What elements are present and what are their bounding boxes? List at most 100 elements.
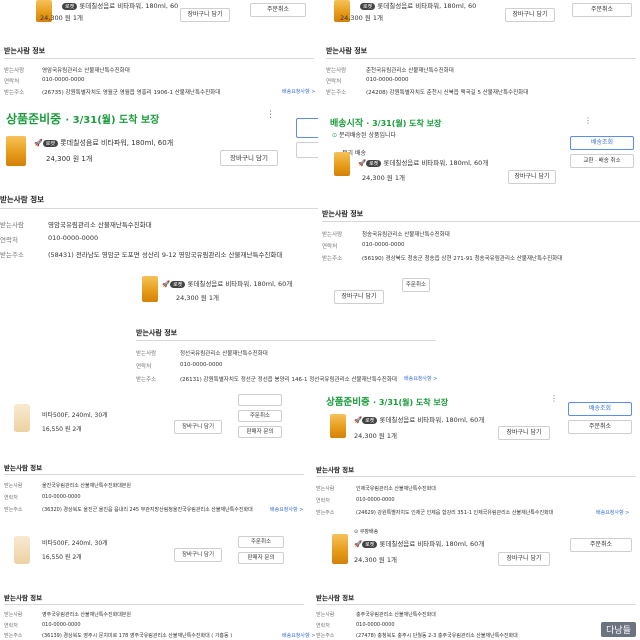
contact-value: 010-0000-0000: [362, 242, 405, 248]
address-value: (27478) 충청북도 충주시 단월동 2-3 충주국유림관리소 산불재난특수…: [356, 633, 518, 639]
product-name[interactable]: 🚀 로켓 롯데칠성음료 비타파워, 180ml, 60개: [162, 278, 292, 288]
order-cancel-button[interactable]: 주문취소: [572, 3, 632, 17]
order-cancel-button[interactable]: 주문취소: [238, 536, 284, 548]
add-to-cart-button[interactable]: 장바구니 담기: [180, 8, 230, 22]
order-cancel-button[interactable]: 주문취소: [402, 278, 430, 292]
add-to-cart-button[interactable]: 장바구니 담기: [174, 548, 222, 562]
recipient-title: 받는사람 정보: [322, 210, 364, 218]
recipient-value: 정선국유림관리소 산불재난특수진화대: [180, 351, 268, 357]
label-contact: 연락처: [4, 79, 20, 85]
delivery-check-button[interactable]: 배송조회: [568, 402, 632, 416]
product-price: 24,300 원 1개: [362, 174, 405, 182]
order-cancel-button[interactable]: 주문취소: [568, 420, 632, 434]
divider: [0, 208, 318, 209]
add-to-cart-button[interactable]: 장바구니 담기: [174, 420, 222, 434]
edit-link[interactable]: 배송요청사항 >: [282, 632, 315, 639]
seller-inquiry-button[interactable]: 판매자 문의: [238, 552, 284, 564]
exchange-return-button[interactable]: 교환 · 배송 취소: [570, 154, 634, 168]
order-card-top-left: 로켓 롯데칠성음료 비타파워, 180ml, 60 24,300 원 1개 장바…: [0, 0, 318, 38]
status-heading: 상품준비중 · 3/31(월) 도착 보장: [326, 397, 449, 408]
label-contact: 연락처: [0, 236, 18, 244]
product-thumbnail[interactable]: [334, 152, 350, 176]
label-contact: 연락처: [4, 495, 18, 501]
more-menu-icon[interactable]: ⋮: [550, 394, 558, 403]
address-value: (26735) 강원특별자치도 영월군 영월읍 영흥리 1906-1 산불재난특…: [42, 90, 221, 96]
order-card-top-right: 로켓 롯데칠성음료 비타파워, 180ml, 60 24,300 원 1개 장바…: [322, 0, 640, 38]
divider: [136, 340, 436, 341]
order-cancel-button[interactable]: 주문취소: [570, 538, 632, 552]
watermark-logo: 다낭들: [601, 622, 636, 637]
label-contact: 연락처: [136, 364, 152, 370]
label-address: 받는주소: [4, 633, 23, 639]
more-menu-icon[interactable]: ⋮: [266, 110, 275, 120]
order-cancel-button[interactable]: 주문취소: [250, 3, 306, 17]
address-value: (26131) 강원특별자치도 정선군 정선읍 봉양리 146-1 정선국유림관…: [180, 377, 397, 383]
product-price: 16,550 원 2개: [42, 554, 82, 561]
add-to-cart-button[interactable]: 장바구니 담기: [498, 426, 550, 440]
product-name[interactable]: 🚀 로켓 롯데칠성음료 비타파워, 180ml, 60개: [354, 414, 484, 424]
product-price: 16,550 원 2개: [42, 426, 82, 433]
status-heading: 배송시작 · 3/31(월) 도착 보장: [330, 119, 442, 129]
product-name[interactable]: 로켓 롯데칠성음료 비타파워, 180ml, 60: [360, 0, 476, 10]
edit-link[interactable]: 배송요청사항 >: [404, 375, 437, 382]
more-menu-icon[interactable]: ⋮: [584, 116, 592, 125]
product-thumbnail[interactable]: [14, 536, 30, 564]
recipient-value: 청송국유림관리소 산불재난특수진화대: [362, 232, 450, 238]
product-name[interactable]: 로켓 롯데칠성음료 비타파워, 180ml, 60: [62, 0, 178, 10]
product-thumbnail[interactable]: [332, 534, 348, 564]
edit-link[interactable]: 배송요청사항 >: [282, 88, 315, 95]
delivery-check-button[interactable]: [238, 394, 282, 406]
product-thumbnail[interactable]: [330, 414, 346, 438]
add-to-cart-button[interactable]: 장바구니 담기: [505, 8, 555, 22]
product-name[interactable]: 🚀 로켓 롯데칠성음료 비타파워, 180ml, 60개: [354, 538, 484, 548]
order-cancel-button[interactable]: [296, 142, 318, 158]
add-to-cart-button[interactable]: 장바구니 담기: [498, 552, 550, 566]
order-card-center: 🚀 로켓 롯데칠성음료 비타파워, 180ml, 60개 24,300 원 1개 …: [132, 270, 432, 312]
recipient-title: 받는사람 정보: [326, 47, 368, 55]
add-to-cart-button[interactable]: 장바구니 담기: [508, 170, 556, 184]
recipient-title: 받는사람 정보: [4, 464, 43, 472]
label-address: 받는주소: [316, 510, 335, 516]
edit-link[interactable]: 배송요청사항 >: [270, 506, 303, 513]
product-price: 24,300 원 1개: [340, 14, 383, 22]
product-name[interactable]: 🚀 로켓 롯데칠성음료 비타파워, 180ml, 60개: [358, 157, 488, 167]
label-address: 받는주소: [4, 507, 23, 513]
order-card-bottom-right: ⊙ 쿠팡배송 🚀 로켓 롯데칠성음료 비타파워, 180ml, 60개 24,30…: [322, 526, 640, 576]
contact-value: 010-0000-0000: [42, 77, 85, 83]
product-thumbnail[interactable]: [142, 276, 158, 302]
product-price: 24,300 원 1개: [354, 556, 397, 564]
address-value: (56190) 경상북도 청송군 청송읍 상현 271-91 청송국유림관리소 …: [362, 256, 563, 262]
delivery-check-button[interactable]: [296, 118, 318, 138]
delivery-check-button[interactable]: 배송조회: [570, 136, 634, 150]
add-to-cart-button[interactable]: 장바구니 담기: [220, 150, 278, 166]
label-recipient: 받는사람: [316, 486, 335, 492]
contact-value: 010-0000-0000: [356, 622, 395, 628]
contact-value: 010-0000-0000: [356, 497, 395, 503]
label-address: 받는주소: [0, 251, 24, 259]
separate-shipping-note: ⊙ 분리배송된 상품입니다: [332, 132, 397, 139]
recipient-value: 충주국유림관리소 산불재난특수진화대: [356, 612, 436, 618]
recipient-title: 받는사람 정보: [4, 594, 43, 602]
divider: [322, 221, 640, 222]
product-thumbnail[interactable]: [14, 404, 30, 432]
label-recipient: 받는사람: [0, 221, 24, 229]
contact-value: 010-0000-0000: [366, 77, 409, 83]
address-value: (36139) 경상북도 영주시 문치미로 178 영주국유림관리소 산불재난특…: [42, 633, 233, 639]
edit-link[interactable]: 배송요청사항 >: [596, 509, 629, 516]
contact-value: 010-0000-0000: [48, 234, 99, 242]
label-recipient: 받는사람: [4, 68, 25, 74]
product-name[interactable]: 비타500F, 240ml, 30개: [42, 538, 108, 547]
divider: [316, 476, 636, 477]
add-to-cart-button[interactable]: 장바구니 담기: [334, 290, 384, 304]
seller-inquiry-button[interactable]: 판매자 문의: [238, 426, 282, 438]
order-cancel-button[interactable]: 주문취소: [238, 410, 282, 422]
product-name[interactable]: 비타500F, 240ml, 30개: [42, 410, 108, 419]
recipient-title: 받는사람 정보: [316, 594, 355, 602]
product-thumbnail[interactable]: [6, 136, 26, 166]
order-card-shipping: 배송시작 · 3/31(월) 도착 보장 ⋮ ⊙ 분리배송된 상품입니다 분리 …: [322, 112, 640, 190]
contact-value: 010-0000-0000: [42, 622, 81, 628]
divider: [4, 604, 304, 605]
product-name[interactable]: 🚀 로켓 롯데칠성음료 비타파워, 180ml, 60개: [34, 138, 173, 148]
product-price: 24,300 원 1개: [354, 432, 397, 440]
label-recipient: 받는사람: [316, 612, 335, 618]
